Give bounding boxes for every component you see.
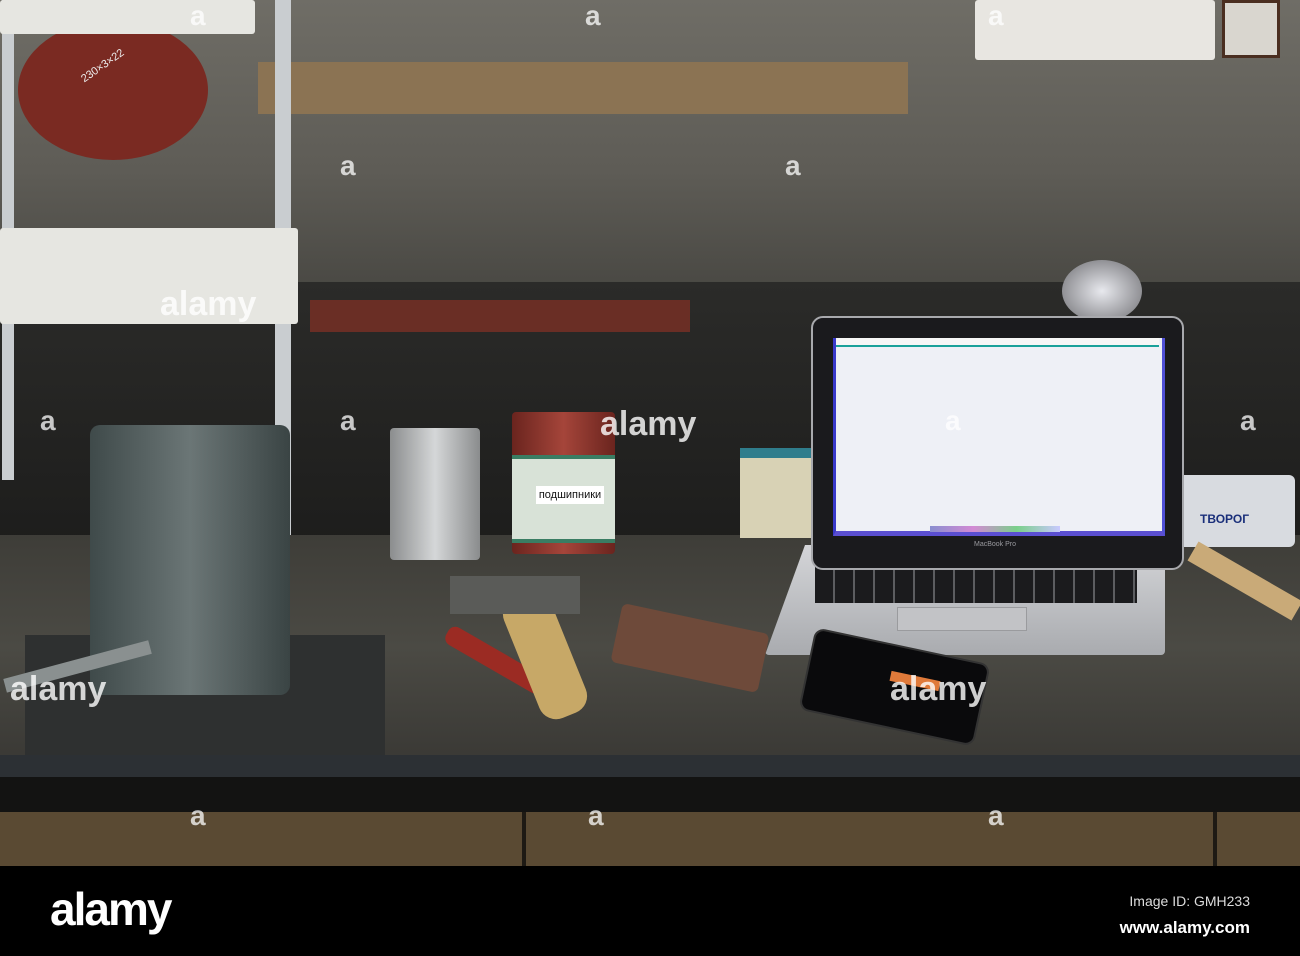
tub-label: ТВОРОГ: [1200, 512, 1250, 526]
footer-bar: [0, 866, 1300, 956]
laptop-brand: MacBook Pro: [973, 541, 1017, 548]
watermark-a: a: [190, 0, 206, 31]
watermark-a: a: [1240, 405, 1256, 436]
watermark-a: a: [945, 405, 961, 436]
tin-can: [390, 428, 480, 560]
flashlight: [1062, 260, 1142, 322]
light-switch: [1222, 0, 1280, 58]
cutting-disc: 230×3×22: [18, 20, 208, 160]
workbench-photo: 230×3×22 подшипники ТВОРОГ MacBook Pro a…: [0, 0, 1300, 956]
watermark-a: a: [785, 150, 801, 181]
drawer-divider: [1213, 812, 1217, 867]
watermark-alamy: alamy: [600, 405, 697, 443]
shelf-basket: [0, 0, 255, 34]
watermark-alamy: alamy: [160, 285, 257, 323]
plastic-tub: [1175, 475, 1295, 547]
image-id: Image ID: GMH233: [1129, 893, 1250, 909]
watermark-a: a: [988, 800, 1004, 831]
tool-rack: [258, 62, 908, 114]
watermark-a: a: [40, 405, 56, 436]
disc-label: 230×3×22: [79, 46, 127, 86]
hammer-head: [450, 576, 580, 614]
footer-url: www.alamy.com: [1119, 918, 1250, 937]
watermark-a: a: [585, 0, 601, 31]
parts-tray: [310, 300, 690, 332]
laptop-screen: [833, 338, 1165, 536]
footer-logo: alamy: [50, 883, 172, 935]
drawer-divider: [522, 812, 526, 867]
watermark-alamy: alamy: [890, 670, 987, 708]
laptop-trackpad: [897, 607, 1027, 631]
watermark-a: a: [340, 405, 356, 436]
watermark-a: a: [588, 800, 604, 831]
can-label: подшипники: [536, 486, 604, 504]
workbench-edge: [0, 755, 1300, 777]
watermark-a: a: [340, 150, 356, 181]
screen-menubar: [836, 338, 1159, 347]
small-box: [740, 448, 813, 538]
watermark-alamy: alamy: [10, 670, 107, 708]
watermark-a: a: [190, 800, 206, 831]
screen-dock: [930, 526, 1060, 532]
watermark-a: a: [988, 0, 1004, 31]
power-outlet: [975, 0, 1215, 60]
